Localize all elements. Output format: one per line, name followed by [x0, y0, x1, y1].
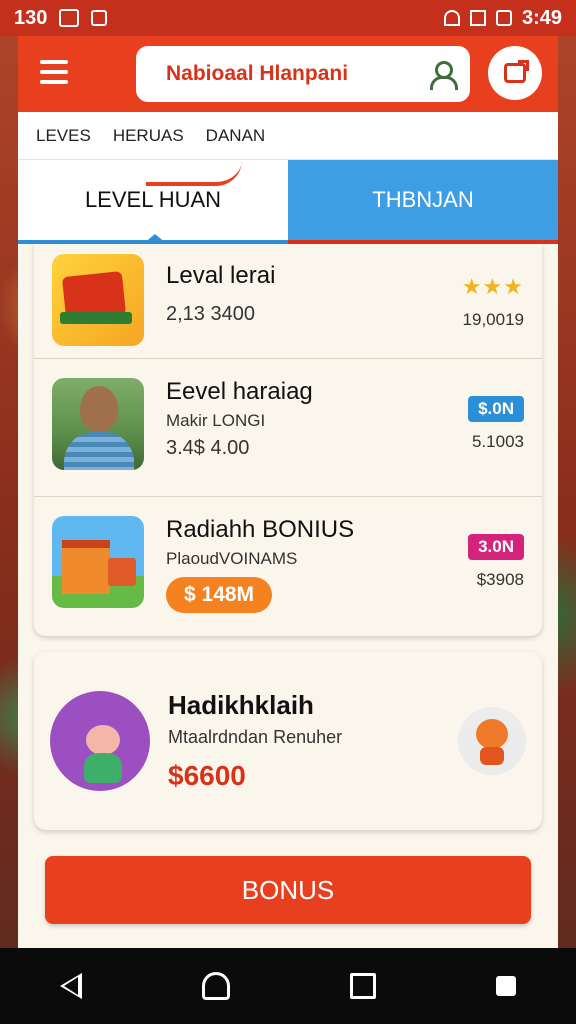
list-item-main: Leval lerai 2,13 3400	[144, 254, 428, 326]
list-item[interactable]: Eevel haraiag Makir LONGI 3.4$ 4.00 $.0N…	[34, 378, 542, 470]
bonus-subtitle: Mtaalrdndan Renuher	[168, 727, 343, 747]
swoosh-decoration	[146, 160, 242, 186]
system-navigation-bar	[0, 948, 576, 1024]
recent-apps-icon[interactable]	[350, 973, 376, 999]
tab-label: THBNJAN	[372, 187, 474, 212]
mascot-avatar	[458, 707, 526, 775]
app-window: Nabioaal Hlanpani LEVES HERUAS DANAN LEV…	[18, 36, 558, 948]
list-item-right-value: 5.1003	[472, 432, 524, 451]
menu-line	[40, 60, 68, 64]
tab-label: LEVEL HUAN	[84, 187, 222, 212]
status-left: 130	[14, 6, 108, 30]
list-item-right: 3.0N $3908	[428, 516, 524, 590]
top-bar: Nabioaal Hlanpani	[18, 36, 558, 112]
list-item-value: 2,13 3400	[166, 302, 255, 325]
list-item[interactable]: Radiahh BONIUS PlaoudVOINAMS $ 148M 3.0N…	[34, 516, 542, 613]
active-tab-indicator	[143, 234, 167, 244]
list-item[interactable]: Leval lerai 2,13 3400 ★★★ 19,0019	[34, 254, 542, 346]
bonus-button[interactable]: BONUS	[45, 856, 531, 924]
share-button[interactable]	[488, 46, 542, 100]
bunny-illustration	[50, 691, 150, 791]
home-icon[interactable]	[202, 972, 230, 1000]
star-rating: ★★★	[461, 274, 524, 299]
level-list: Leval lerai 2,13 3400 ★★★ 19,0019 Eevel …	[34, 244, 542, 636]
list-item-title: Eevel haraiag	[166, 378, 313, 405]
search-text: Nabioaal Hlanpani	[166, 62, 349, 85]
sub-navigation: LEVES HERUAS DANAN	[18, 112, 558, 160]
back-icon[interactable]	[60, 973, 82, 999]
list-item-right-value: 19,0019	[462, 310, 524, 329]
list-item-title: Leval lerai	[166, 262, 276, 289]
search-bar[interactable]: Nabioaal Hlanpani	[136, 46, 470, 102]
gallery-icon	[59, 9, 80, 27]
person-photo	[52, 378, 144, 470]
list-item-title: Radiahh BONIUS	[166, 516, 355, 543]
house-icon	[52, 516, 144, 608]
divider	[34, 496, 542, 497]
list-item-right-value: $3908	[476, 570, 524, 589]
subnav-item-leves[interactable]: LEVES	[36, 126, 91, 146]
list-item-subtitle: Makir LONGI	[166, 410, 266, 430]
bonus-title: Hadikhklaih	[168, 690, 314, 720]
bonus-card[interactable]: Hadikhklaih Mtaalrdndan Renuher $6600	[34, 652, 542, 830]
menu-line	[40, 80, 68, 84]
share-icon	[504, 60, 529, 83]
list-item-right: $.0N 5.1003	[428, 378, 524, 452]
subnav-item-heruas[interactable]: HERUAS	[113, 126, 184, 146]
wifi-icon	[443, 10, 460, 26]
status-bar: 130 3:49	[0, 0, 576, 36]
signal-icon	[469, 10, 486, 26]
bonus-amount-pill[interactable]: $ 148M	[166, 576, 273, 613]
accessibility-icon[interactable]	[496, 976, 516, 996]
menu-icon[interactable]	[40, 60, 68, 84]
list-item-value: 3.4$ 4.00	[166, 436, 250, 459]
divider	[34, 358, 542, 359]
price-badge: $.0N	[468, 396, 524, 422]
tab-thbnjan[interactable]: THBNJAN	[288, 160, 558, 244]
tab-bar: LEVEL HUAN THBNJAN	[18, 160, 558, 244]
list-item-main: Radiahh BONIUS PlaoudVOINAMS $ 148M	[144, 516, 428, 613]
game-icon	[52, 254, 144, 346]
notification-icon	[91, 10, 108, 26]
status-time-left: 130	[14, 6, 48, 29]
status-time-right: 3:49	[521, 6, 562, 29]
list-item-right: ★★★ 19,0019	[428, 254, 524, 330]
price-badge: 3.0N	[468, 534, 524, 560]
list-item-subtitle: PlaoudVOINAMS	[166, 548, 298, 568]
list-item-main: Eevel haraiag Makir LONGI 3.4$ 4.00	[144, 378, 428, 460]
tab-level-huan[interactable]: LEVEL HUAN	[18, 160, 288, 244]
subnav-item-danan[interactable]: DANAN	[206, 126, 266, 146]
status-right: 3:49	[443, 6, 562, 30]
user-icon[interactable]	[428, 60, 458, 90]
menu-line	[40, 70, 68, 74]
bonus-card-main: Hadikhklaih Mtaalrdndan Renuher $6600	[150, 690, 458, 792]
bonus-value: $6600	[168, 760, 246, 791]
battery-icon	[495, 10, 512, 26]
